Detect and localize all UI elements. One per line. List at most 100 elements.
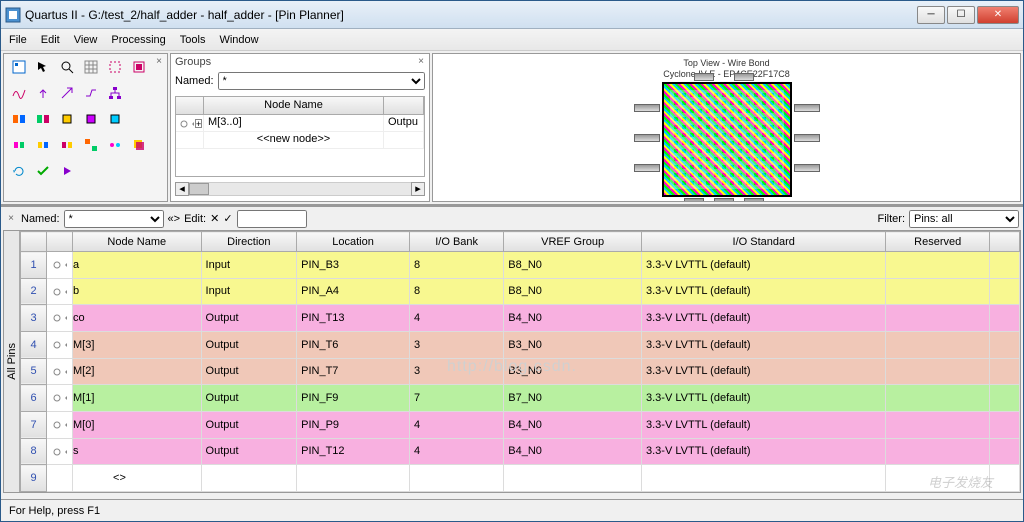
pin-col-8[interactable]: Reserved [886, 232, 990, 252]
pin-col-2[interactable]: Node Name [73, 232, 202, 252]
cell-extra[interactable] [990, 411, 1020, 438]
named-select[interactable]: * [64, 210, 164, 228]
tool-check-icon[interactable] [34, 162, 52, 180]
edit-apply-icon[interactable]: ✓ [223, 212, 232, 225]
chip-package-icon[interactable] [662, 82, 792, 197]
cell-reserved[interactable] [886, 358, 990, 385]
all-pins-tab[interactable]: All Pins [4, 231, 20, 492]
tool-pattern1-icon[interactable] [10, 110, 28, 128]
cell-io-bank[interactable]: 3 [409, 358, 503, 385]
cell-direction[interactable]: Output [201, 411, 297, 438]
cell-node-name[interactable]: a [73, 252, 202, 279]
cell-extra[interactable] [990, 305, 1020, 332]
cell-direction[interactable]: Input [201, 278, 297, 305]
cell-direction[interactable]: Output [201, 358, 297, 385]
row-icon[interactable] [47, 465, 73, 492]
tool-pointer-icon[interactable] [34, 58, 52, 76]
cell-vref-group[interactable]: B4_N0 [504, 305, 642, 332]
filterbar-close-icon[interactable]: × [5, 213, 17, 225]
cell-io-standard[interactable]: 3.3-V LVTTL (default) [641, 331, 885, 358]
tool-select-region-icon[interactable] [130, 58, 148, 76]
cell-io-standard[interactable]: 3.3-V LVTTL (default) [641, 385, 885, 412]
cell-reserved[interactable] [886, 411, 990, 438]
cell-location[interactable]: PIN_A4 [297, 278, 410, 305]
cell-io-standard[interactable] [641, 465, 885, 492]
scroll-right-icon[interactable]: ▸ [411, 182, 425, 196]
cell-direction[interactable] [201, 465, 297, 492]
cell-reserved[interactable] [886, 385, 990, 412]
table-row[interactable]: 3coOutputPIN_T134B4_N03.3-V LVTTL (defau… [21, 305, 1020, 332]
row-number[interactable]: 2 [21, 278, 47, 305]
tool-play-icon[interactable] [58, 162, 76, 180]
close-button[interactable]: ✕ [977, 6, 1019, 24]
filter-select[interactable]: Pins: all [909, 210, 1019, 228]
cell-location[interactable] [297, 465, 410, 492]
row-number[interactable]: 3 [21, 305, 47, 332]
cell-node-name[interactable]: <> [73, 465, 202, 492]
expand-icon[interactable]: + [195, 119, 202, 128]
row-number[interactable]: 6 [21, 385, 47, 412]
tool-arrow-up-icon[interactable] [34, 84, 52, 102]
cell-reserved[interactable] [886, 252, 990, 279]
groups-col-name[interactable]: Node Name [204, 97, 384, 114]
tool-path-icon[interactable] [82, 84, 100, 102]
table-row[interactable]: 6M[1]OutputPIN_F97B7_N03.3-V LVTTL (defa… [21, 385, 1020, 412]
cell-location[interactable]: PIN_F9 [297, 385, 410, 412]
minimize-button[interactable]: ─ [917, 6, 945, 24]
row-number[interactable]: 5 [21, 358, 47, 385]
cell-location[interactable]: PIN_T6 [297, 331, 410, 358]
cell-vref-group[interactable]: B4_N0 [504, 438, 642, 465]
cell-direction[interactable]: Input [201, 252, 297, 279]
cell-reserved[interactable] [886, 331, 990, 358]
row-icon[interactable] [47, 411, 73, 438]
tool-chip3-icon[interactable] [106, 110, 124, 128]
cell-extra[interactable] [990, 385, 1020, 412]
cell-node-name[interactable]: M[1] [73, 385, 202, 412]
cell-io-bank[interactable]: 4 [409, 411, 503, 438]
tool-wave-icon[interactable] [10, 84, 28, 102]
groups-close-icon[interactable]: × [415, 56, 427, 68]
cell-io-bank[interactable] [409, 465, 503, 492]
row-icon[interactable] [47, 278, 73, 305]
nav-back-icon[interactable]: «> [168, 213, 181, 225]
cell-location[interactable]: PIN_T7 [297, 358, 410, 385]
tool-layers-icon[interactable] [130, 136, 148, 154]
cell-io-standard[interactable]: 3.3-V LVTTL (default) [641, 278, 885, 305]
pin-col-5[interactable]: I/O Bank [409, 232, 503, 252]
cell-io-bank[interactable]: 3 [409, 331, 503, 358]
edit-cancel-icon[interactable]: ✕ [210, 212, 219, 225]
cell-location[interactable]: PIN_B3 [297, 252, 410, 279]
menu-tools[interactable]: Tools [180, 34, 206, 46]
row-number[interactable]: 8 [21, 438, 47, 465]
cell-io-standard[interactable]: 3.3-V LVTTL (default) [641, 411, 885, 438]
cell-vref-group[interactable]: B8_N0 [504, 252, 642, 279]
cell-reserved[interactable] [886, 305, 990, 332]
pin-col-6[interactable]: VREF Group [504, 232, 642, 252]
cell-vref-group[interactable]: B3_N0 [504, 358, 642, 385]
tool-chip1-icon[interactable] [58, 110, 76, 128]
tool-ports-icon[interactable] [106, 136, 124, 154]
row-icon[interactable] [47, 385, 73, 412]
tool-block1-icon[interactable] [10, 136, 28, 154]
cell-vref-group[interactable]: B3_N0 [504, 331, 642, 358]
menu-file[interactable]: File [9, 34, 27, 46]
cell-io-bank[interactable]: 7 [409, 385, 503, 412]
row-icon[interactable] [47, 331, 73, 358]
row-icon[interactable] [47, 252, 73, 279]
tool-zoom-icon[interactable] [58, 58, 76, 76]
row-icon[interactable] [47, 358, 73, 385]
row-number[interactable]: 9 [21, 465, 47, 492]
cell-direction[interactable]: Output [201, 305, 297, 332]
pin-col-3[interactable]: Direction [201, 232, 297, 252]
row-icon[interactable] [47, 438, 73, 465]
cell-io-standard[interactable]: 3.3-V LVTTL (default) [641, 438, 885, 465]
cell-reserved[interactable] [886, 465, 990, 492]
cell-vref-group[interactable]: B8_N0 [504, 278, 642, 305]
tool-mixed-icon[interactable] [82, 136, 100, 154]
table-row[interactable]: 9 <> [21, 465, 1020, 492]
cell-io-bank[interactable]: 4 [409, 305, 503, 332]
cell-reserved[interactable] [886, 278, 990, 305]
cell-vref-group[interactable]: B4_N0 [504, 411, 642, 438]
pin-col-1[interactable] [47, 232, 73, 252]
cell-vref-group[interactable]: B7_N0 [504, 385, 642, 412]
